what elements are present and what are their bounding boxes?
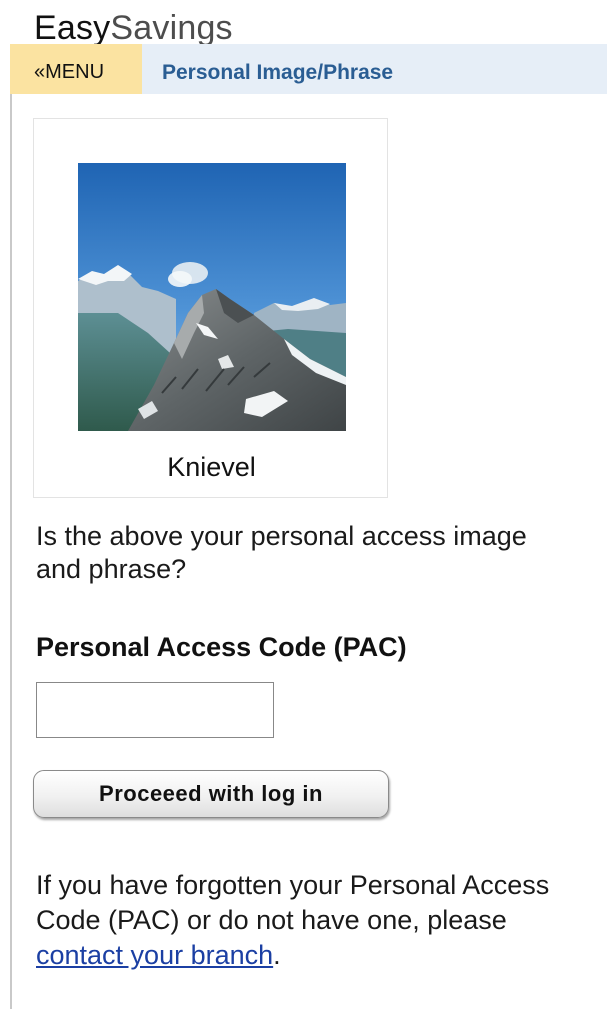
pac-label: Personal Access Code (PAC) <box>36 632 407 662</box>
help-text-end: . <box>273 940 281 970</box>
navigation-bar: «MENU Personal Image/Phrase <box>10 44 607 94</box>
confirmation-question: Is the above your personal access image … <box>36 521 527 584</box>
page-title: Personal Image/Phrase <box>162 61 394 84</box>
menu-button[interactable]: «MENU <box>10 44 142 94</box>
contact-branch-link[interactable]: contact your branch <box>36 940 273 970</box>
brand-name-part-savings: Savings <box>110 9 233 47</box>
forgotten-pac-help: If you have forgotten your Personal Acce… <box>36 868 576 973</box>
proceed-login-button[interactable]: Proceeed with log in <box>33 770 389 818</box>
personal-image-card: Knievel <box>33 118 388 498</box>
personal-phrase: Knievel <box>167 452 256 482</box>
help-text: If you have forgotten your Personal Acce… <box>36 870 550 935</box>
mountain-photo <box>78 163 346 431</box>
pac-input[interactable] <box>36 682 274 738</box>
brand-name-part-easy: Easy <box>34 9 111 47</box>
left-divider <box>10 94 12 1009</box>
brand-logo: EasySavings <box>34 10 233 46</box>
